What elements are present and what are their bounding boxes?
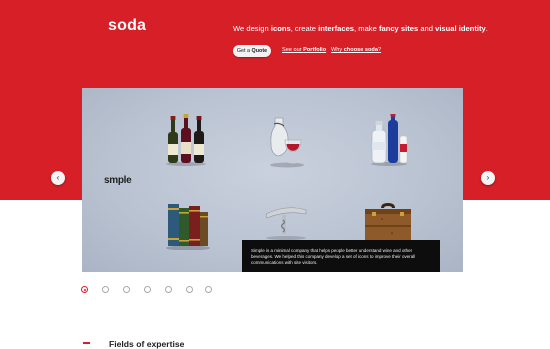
logo[interactable]: soda (108, 17, 146, 35)
slide-title: smple (104, 175, 132, 186)
section-accent-dash (83, 342, 90, 344)
pagination-dot[interactable] (81, 286, 88, 293)
tagline: We design icons, create interfaces, make… (233, 24, 488, 33)
water-bottles-icon (371, 114, 408, 166)
pagination-dot[interactable] (186, 286, 193, 293)
slide-caption: Simple is a minimal company that helps p… (242, 240, 440, 272)
corkscrew-icon (265, 207, 307, 240)
pagination-dot[interactable] (102, 286, 109, 293)
next-slide-arrow-icon[interactable]: › (481, 171, 495, 185)
section-title: Fields of expertise (109, 339, 185, 349)
prev-slide-arrow-icon[interactable]: ‹ (51, 171, 65, 185)
pagination-dot[interactable] (205, 286, 212, 293)
pagination-dot[interactable] (165, 286, 172, 293)
portfolio-slider[interactable]: smple Simple is a minimal company that h… (82, 88, 463, 272)
why-choose-soda-link[interactable]: Why choose soda? (331, 47, 381, 53)
pagination-dot[interactable] (144, 286, 151, 293)
slider-pagination (81, 286, 221, 294)
wine-glass-icon (270, 117, 304, 168)
wine-bottles-icon (166, 114, 206, 166)
books-icon (166, 204, 210, 250)
get-quote-button[interactable]: Get a Quote (233, 45, 271, 57)
portfolio-link[interactable]: See our Portfolio (282, 47, 326, 53)
pagination-dot[interactable] (123, 286, 130, 293)
